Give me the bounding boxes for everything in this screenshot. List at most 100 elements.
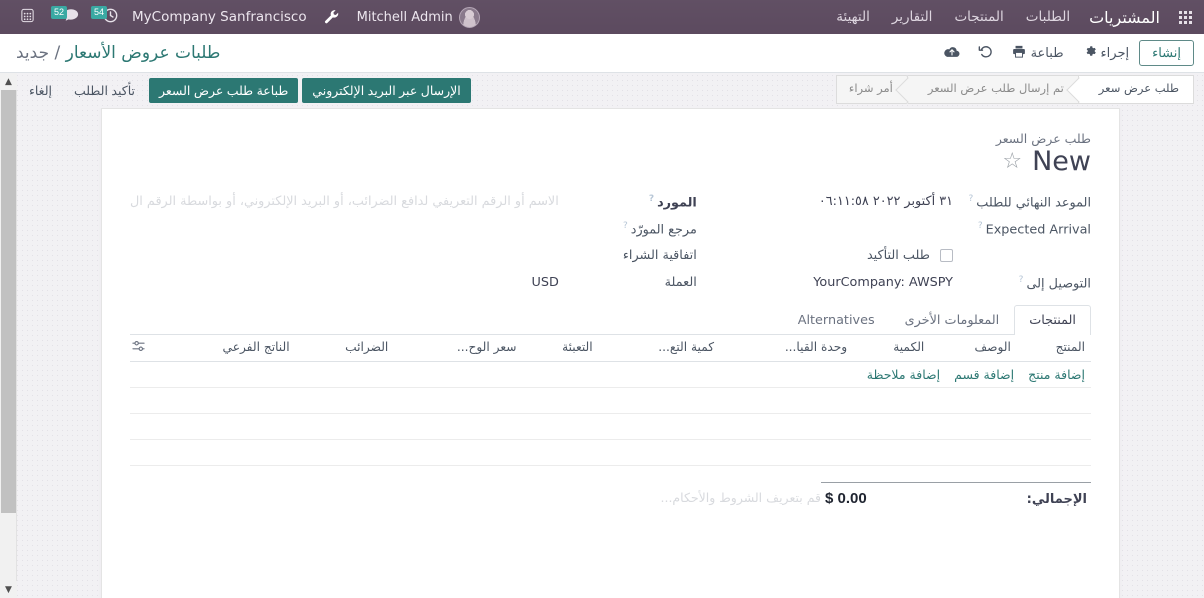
add-section-link[interactable]: إضافة قسم xyxy=(954,367,1014,382)
column-uom[interactable]: وحدة القيا... xyxy=(720,335,853,362)
column-description[interactable]: الوصف xyxy=(930,335,1017,362)
cancel-button[interactable]: إلغاء xyxy=(19,78,62,103)
help-icon[interactable]: ? xyxy=(623,221,628,231)
field-vendor-reference-label-text: مرجع المورّد xyxy=(631,222,697,237)
fields-grid: الموعد النهائي للطلب? ٣١ أكتوبر ٢٠٢٢ ٠٦:… xyxy=(130,189,1091,297)
confirm-order-button[interactable]: تأكيد الطلب xyxy=(64,78,145,103)
empty-cell xyxy=(130,387,1091,413)
app-root: المشتريات الطلبات المنتجات التقارير الته… xyxy=(0,0,1204,598)
column-product[interactable]: المنتج xyxy=(1017,335,1091,362)
ask-confirmation-label: طلب التأكيد xyxy=(867,248,930,263)
tab-other-information[interactable]: المعلومات الأخرى xyxy=(890,305,1015,335)
field-date-planned: الموعد النهائي للطلب? ٣١ أكتوبر ٢٠٢٢ ٠٦:… xyxy=(697,189,1091,216)
stage-rfq-sent[interactable]: تم إرسال طلب عرض السعر xyxy=(908,75,1079,104)
field-receipt-reminder-spacer xyxy=(959,246,1091,248)
totals-block: الإجمالي: $ 0.00 xyxy=(821,482,1091,509)
grid-apps-icon[interactable] xyxy=(1174,6,1196,28)
menu-item-products[interactable]: المنتجات xyxy=(943,2,1014,32)
apps-grid-glyph xyxy=(1179,11,1192,24)
optional-columns-toggle[interactable] xyxy=(130,335,154,362)
statusbar-row: طلب عرض سعر تم إرسال طلب عرض السعر أمر ش… xyxy=(0,73,1204,104)
avatar xyxy=(459,7,480,28)
column-quantity[interactable]: الكمية xyxy=(853,335,930,362)
form-content-area: ▲ ▼ طلب عرض سعر تم إرسال طلب عرض السعر أ… xyxy=(0,73,1204,598)
company-switcher[interactable]: MyCompany Sanfrancisco xyxy=(124,9,315,25)
field-deliver-to-value[interactable]: YourCompany: AWSPY xyxy=(697,273,959,290)
table-row xyxy=(130,439,1091,465)
statusbar-spacer xyxy=(471,73,836,104)
add-line-row: إضافة منتج إضافة قسم إضافة ملاحظة xyxy=(130,361,1091,387)
keypad-icon[interactable] xyxy=(10,8,45,27)
scrollbar-thumb[interactable] xyxy=(1,90,16,513)
field-receipt-reminder: طلب التأكيد xyxy=(697,243,1091,270)
control-panel: إنشاء إجراء طباعة xyxy=(0,34,1204,73)
column-packaging[interactable]: التعبئة xyxy=(522,335,598,362)
print-menu-button[interactable]: طباعة xyxy=(1002,41,1074,66)
total-label: الإجمالي: xyxy=(1027,492,1087,507)
sheet-footer: الإجمالي: $ 0.00 قم بتعريف الشروط والأحك… xyxy=(130,482,1091,529)
field-vendor: المورد? الاسم أو الرقم التعريفي لدافع ال… xyxy=(130,189,697,216)
column-packaging-qty[interactable]: كمية التع... xyxy=(599,335,720,362)
menu-item-reporting[interactable]: التقارير xyxy=(881,2,944,32)
order-lines-table: المنتج الوصف الكمية وحدة القيا... كمية ا… xyxy=(130,335,1091,466)
total-amount: $ 0.00 xyxy=(825,490,867,507)
action-menu-button[interactable]: إجراء xyxy=(1074,41,1140,65)
discard-button[interactable] xyxy=(969,40,1002,66)
fields-left-group: الموعد النهائي للطلب? ٣١ أكتوبر ٢٠٢٢ ٠٦:… xyxy=(697,189,1091,297)
column-subtotal[interactable]: الناتج الفرعي xyxy=(154,335,296,362)
field-purchase-agreement-value[interactable] xyxy=(130,246,565,248)
breadcrumb-root-link[interactable]: طلبات عروض الأسعار xyxy=(66,43,221,63)
field-date-planned-value[interactable]: ٣١ أكتوبر ٢٠٢٢ ٠٦:١١:٥٨ xyxy=(697,192,959,209)
user-menu[interactable]: Mitchell Admin xyxy=(349,7,488,28)
terms-and-conditions-input[interactable]: قم بتعريف الشروط والأحكام... xyxy=(130,482,821,509)
user-name-label: Mitchell Admin xyxy=(357,10,453,25)
field-currency-value[interactable]: USD xyxy=(130,273,565,290)
field-purchase-agreement-label-text: اتفاقية الشراء xyxy=(623,248,697,263)
help-icon[interactable]: ? xyxy=(649,194,654,204)
field-currency-label: العملة xyxy=(565,273,697,290)
help-icon[interactable]: ? xyxy=(968,194,973,204)
field-vendor-label-text: المورد xyxy=(657,195,697,210)
vertical-scrollbar[interactable]: ▲ ▼ xyxy=(0,73,17,598)
ask-confirmation-checkbox[interactable] xyxy=(940,249,953,262)
help-icon[interactable]: ? xyxy=(978,221,983,231)
wrench-icon[interactable] xyxy=(315,9,349,25)
create-button[interactable]: إنشاء xyxy=(1139,40,1194,66)
scroll-down-icon[interactable]: ▼ xyxy=(0,581,17,598)
scroll-up-icon[interactable]: ▲ xyxy=(0,73,17,90)
send-by-email-button[interactable]: الإرسال عبر البريد الإلكتروني xyxy=(302,78,470,103)
table-header-row: المنتج الوصف الكمية وحدة القيا... كمية ا… xyxy=(130,335,1091,362)
fields-right-group: المورد? الاسم أو الرقم التعريفي لدافع ال… xyxy=(130,189,697,297)
star-outline-icon[interactable]: ☆ xyxy=(1002,151,1022,173)
menu-item-orders[interactable]: الطلبات xyxy=(1015,2,1081,32)
tab-alternatives[interactable]: Alternatives xyxy=(783,305,890,335)
save-button[interactable] xyxy=(935,41,969,66)
field-vendor-reference-value[interactable] xyxy=(130,219,565,221)
print-rfq-button[interactable]: طباعة طلب عرض السعر xyxy=(149,78,298,103)
stage-rfq[interactable]: طلب عرض سعر xyxy=(1079,75,1194,104)
field-expected-arrival-label-text: Expected Arrival xyxy=(986,222,1091,237)
field-expected-arrival-value[interactable] xyxy=(697,219,959,221)
help-icon[interactable]: ? xyxy=(1019,275,1024,285)
notebook: المنتجات المعلومات الأخرى Alternatives ا… xyxy=(130,305,1091,529)
undo-icon xyxy=(978,44,993,62)
menu-item-configuration[interactable]: التهيئة xyxy=(825,2,881,32)
add-note-link[interactable]: إضافة ملاحظة xyxy=(867,367,940,382)
tab-products[interactable]: المنتجات xyxy=(1014,305,1091,335)
activities-count-badge: 54 xyxy=(91,6,107,19)
record-type-label: طلب عرض السعر xyxy=(130,131,1091,146)
messages-counter[interactable]: 52 xyxy=(45,8,85,26)
activities-counter[interactable]: 54 xyxy=(85,8,124,27)
cloud-save-icon xyxy=(944,45,960,62)
field-vendor-input[interactable]: الاسم أو الرقم التعريفي لدافع الضرائب، أ… xyxy=(130,192,565,209)
page-title: New xyxy=(1032,147,1091,177)
empty-cell xyxy=(130,413,1091,439)
field-expected-arrival-label: Expected Arrival? xyxy=(959,219,1091,237)
app-brand-purchase[interactable]: المشتريات xyxy=(1081,8,1170,27)
statusbar-buttons: الإرسال عبر البريد الإلكتروني طباعة طلب … xyxy=(17,73,471,104)
column-taxes[interactable]: الضرائب xyxy=(296,335,395,362)
top-navbar: المشتريات الطلبات المنتجات التقارير الته… xyxy=(0,0,1204,34)
column-unit-price[interactable]: سعر الوح... xyxy=(394,335,522,362)
empty-cell xyxy=(130,439,1091,465)
add-product-link[interactable]: إضافة منتج xyxy=(1028,367,1085,382)
